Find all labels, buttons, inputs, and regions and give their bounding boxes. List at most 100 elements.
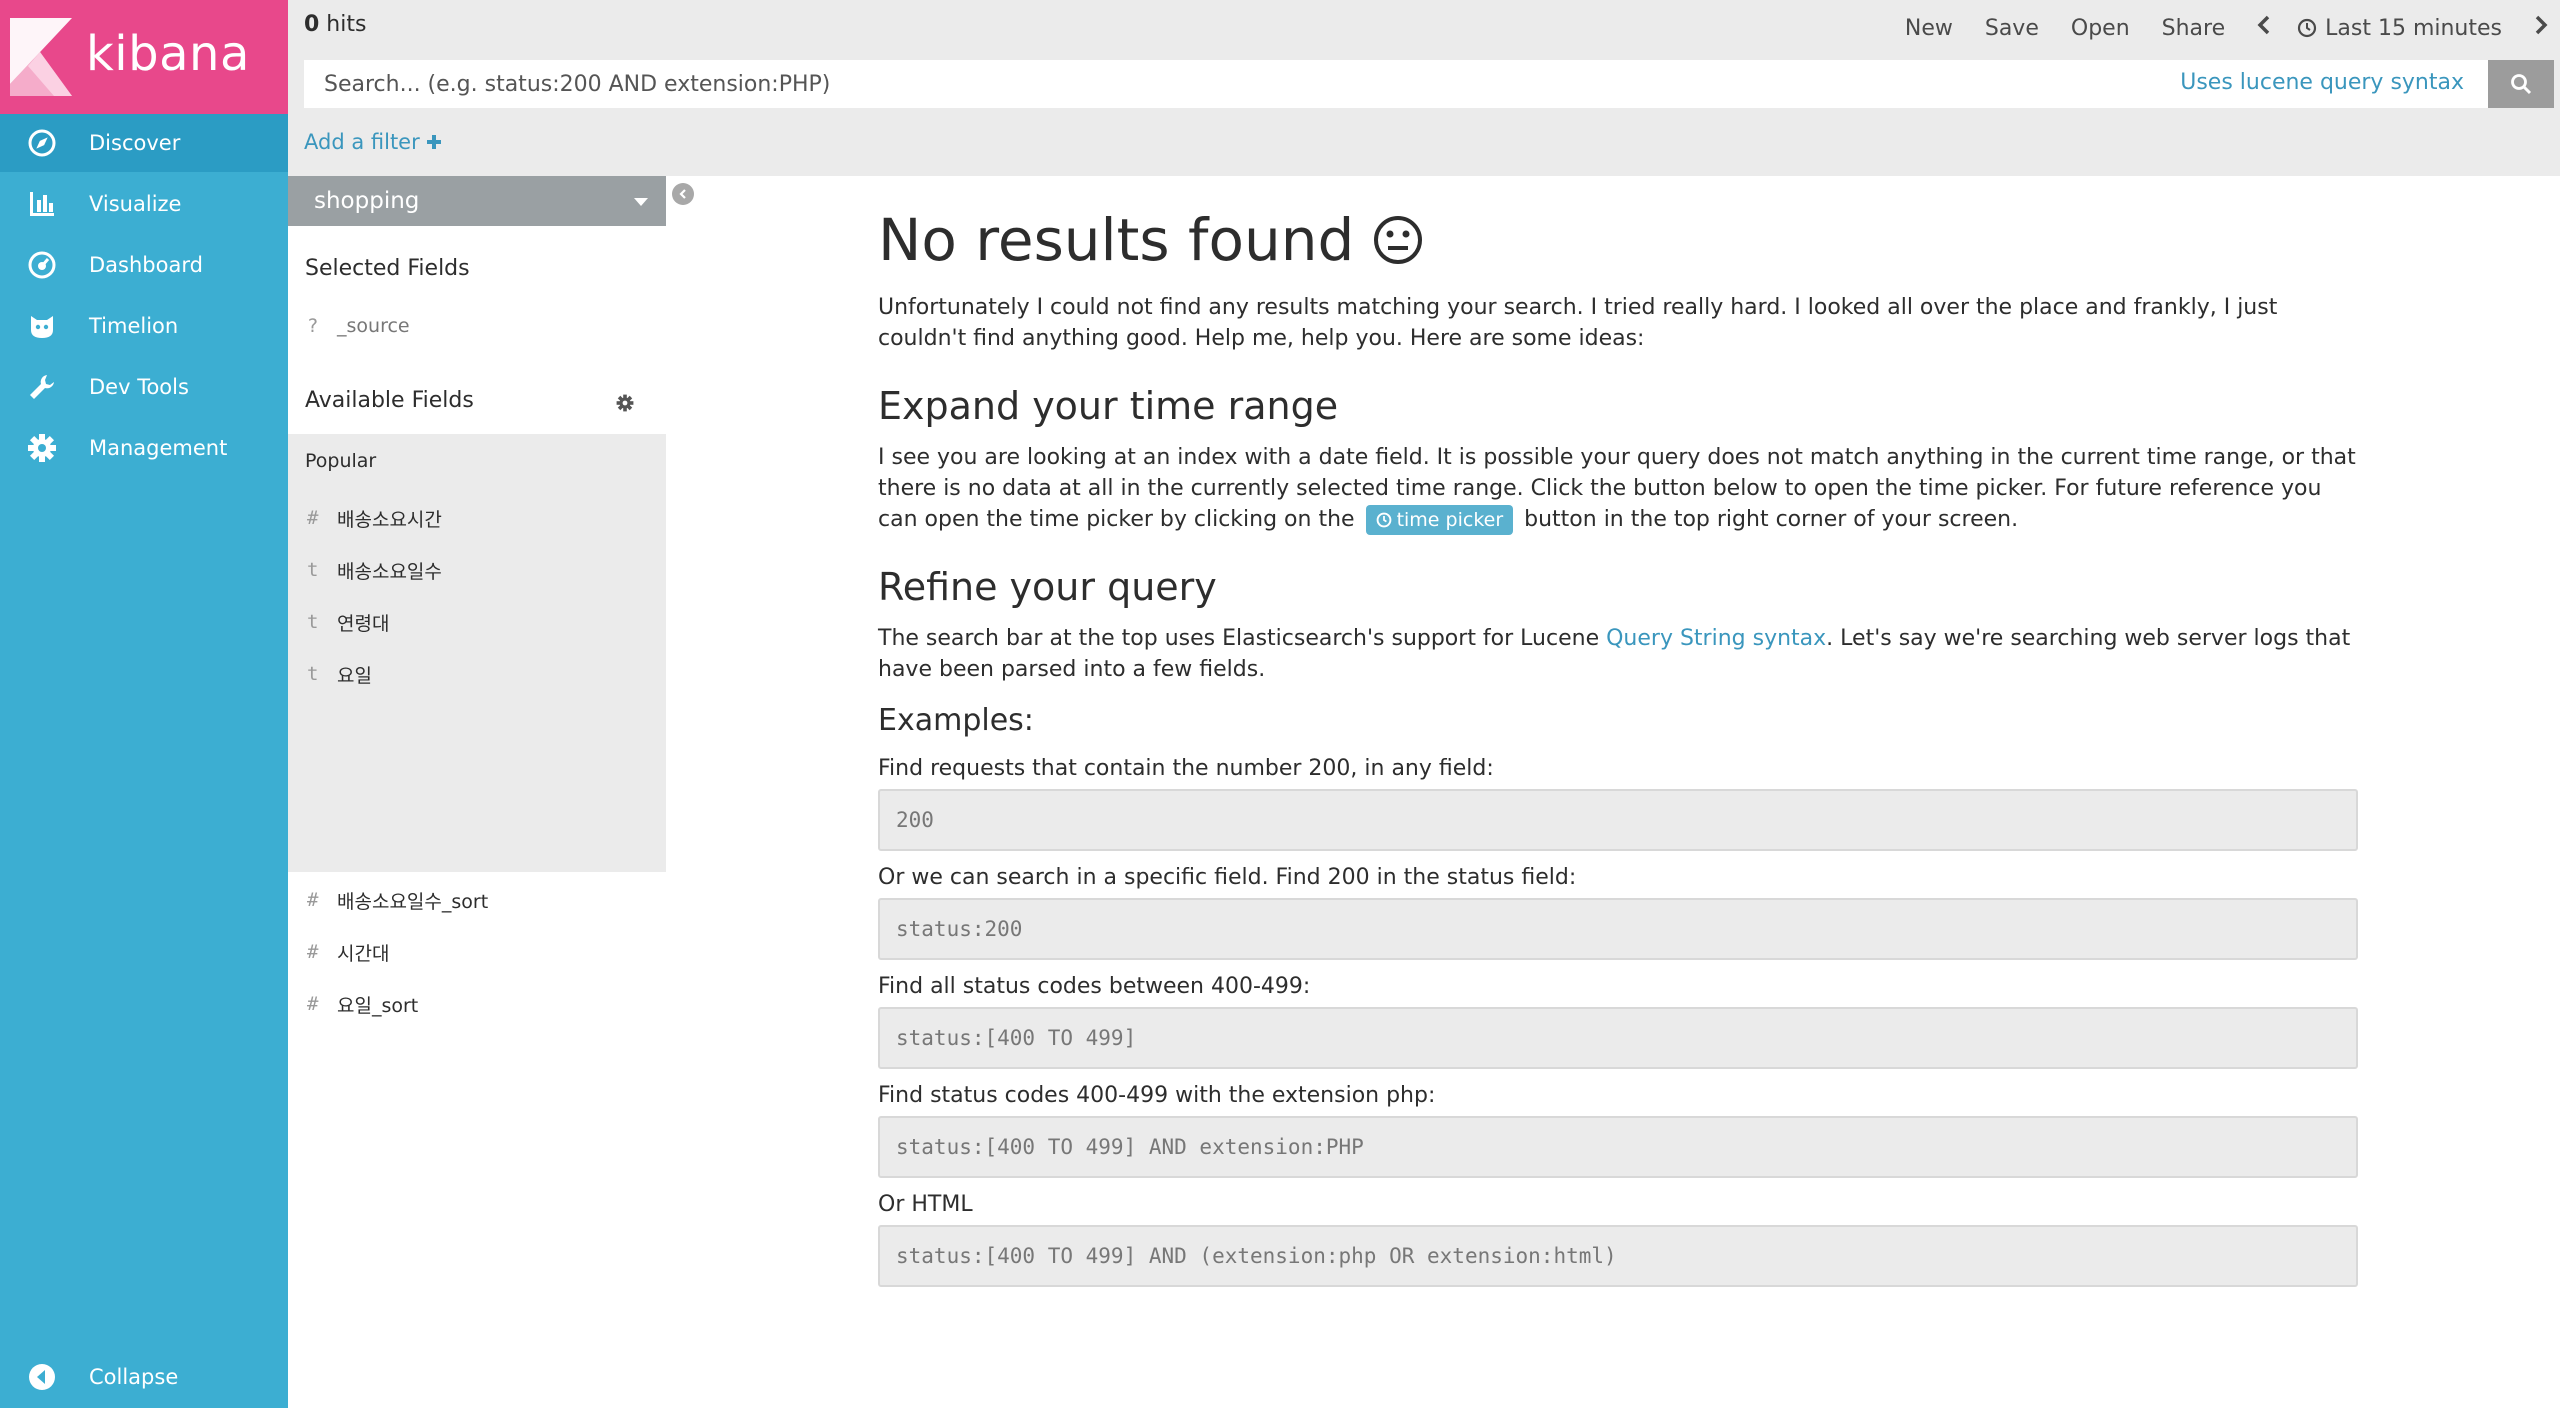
nav-item-visualize[interactable]: Visualize [0, 175, 288, 233]
gear-icon [26, 432, 58, 464]
example-code: 200 [878, 789, 2358, 851]
wrench-icon [26, 371, 58, 403]
dashboard-icon [26, 249, 58, 281]
add-filter-button[interactable]: Add a filter [304, 130, 442, 154]
field-name: 배송소요일수_sort [337, 890, 489, 913]
nav-label: Collapse [89, 1365, 179, 1389]
open-button[interactable]: Open [2071, 16, 2130, 41]
share-button[interactable]: Share [2162, 16, 2226, 41]
example-label: Or we can search in a specific field. Fi… [878, 865, 1577, 890]
chevron-left-icon [679, 189, 686, 199]
kibana-logo[interactable]: kibana [0, 0, 288, 114]
time-back-chevron-icon[interactable] [2257, 14, 2271, 42]
field-row[interactable]: t 요일 [288, 648, 666, 700]
field-type-number-icon: # [307, 507, 319, 529]
field-type-unknown-icon: ? [307, 315, 319, 337]
nav-label: Management [89, 436, 228, 460]
collapse-sidebar-button[interactable] [672, 183, 694, 205]
nav-label: Dev Tools [89, 375, 189, 399]
expand-text: I see you are looking at an index with a… [878, 442, 2358, 535]
field-type-string-icon: t [307, 611, 319, 633]
hits-count: 0 hits [304, 12, 367, 37]
field-row[interactable]: # 배송소요일수_sort [288, 874, 666, 926]
no-results-panel: No results found Unfortunately I could n… [878, 200, 2358, 1287]
nav-label: Dashboard [89, 253, 203, 277]
nav-item-management[interactable]: Management [0, 419, 288, 477]
nav-collapse[interactable]: Collapse [0, 1348, 288, 1406]
search-button[interactable] [2488, 60, 2554, 108]
nav-item-discover[interactable]: Discover [0, 114, 288, 172]
nav-label: Discover [89, 131, 181, 155]
field-row[interactable]: # 요일_sort [288, 978, 666, 1030]
popular-title: Popular [305, 450, 377, 472]
caret-down-icon [634, 198, 648, 206]
example-code: status:200 [878, 898, 2358, 960]
query-string-syntax-link[interactable]: Query String syntax [1606, 626, 1826, 651]
field-row[interactable]: t 배송소요일수 [288, 544, 666, 596]
nav-item-dashboard[interactable]: Dashboard [0, 236, 288, 294]
field-name: 연령대 [337, 612, 390, 635]
search-icon [2511, 74, 2532, 95]
field-sidebar: shopping Selected Fields ? _source Avail… [288, 176, 666, 1408]
example-label: Find all status codes between 400-499: [878, 974, 1311, 999]
nav-item-timelion[interactable]: Timelion [0, 297, 288, 355]
available-fields-title: Available Fields [305, 388, 474, 413]
expand-title: Expand your time range [878, 384, 1339, 428]
time-picker-button[interactable]: Last 15 minutes [2297, 16, 2502, 41]
example-label: Find status codes 400-499 with the exten… [878, 1083, 1436, 1108]
field-type-number-icon: # [307, 941, 319, 963]
field-type-number-icon: # [307, 993, 319, 1015]
time-range-label: Last 15 minutes [2325, 15, 2502, 41]
field-row[interactable]: t 연령대 [288, 596, 666, 648]
collapse-left-icon [26, 1361, 58, 1393]
time-picker-button-inline[interactable]: time picker [1365, 505, 1514, 535]
index-pattern-select[interactable]: shopping [288, 176, 666, 226]
bar-chart-icon [26, 188, 58, 220]
kibana-logo-icon [10, 18, 72, 96]
logo-text: kibana [86, 26, 250, 82]
field-settings-gear-icon[interactable] [616, 394, 634, 416]
nav-item-dev-tools[interactable]: Dev Tools [0, 358, 288, 416]
compass-icon [26, 127, 58, 159]
intro-text: Unfortunately I could not find any resul… [878, 295, 2278, 351]
search-input[interactable] [304, 60, 2489, 108]
top-bar: 0 hits New Save Open Share Last 15 minut… [288, 0, 2560, 176]
search-bar: Uses lucene query syntax [304, 60, 2554, 108]
top-menu: New Save Open Share Last 15 minutes [1905, 10, 2560, 46]
field-type-number-icon: # [307, 889, 319, 911]
nav-label: Visualize [89, 192, 182, 216]
field-name: 배송소요시간 [337, 508, 442, 531]
field-name: 시간대 [337, 942, 390, 965]
index-pattern-label: shopping [314, 188, 420, 214]
field-type-string-icon: t [307, 663, 319, 685]
plus-icon [427, 135, 442, 149]
nav-label: Timelion [89, 314, 179, 338]
examples-title: Examples: [878, 703, 1034, 738]
timelion-icon [26, 310, 58, 342]
sad-face-icon [1374, 216, 1423, 264]
save-button[interactable]: Save [1985, 16, 2039, 41]
field-name: 요일_sort [337, 994, 419, 1017]
example-label: Find requests that contain the number 20… [878, 756, 1494, 781]
example-label: Or HTML [878, 1192, 973, 1217]
refine-title: Refine your query [878, 565, 1217, 609]
example-code: status:[400 TO 499] AND (extension:php O… [878, 1225, 2358, 1287]
time-forward-chevron-icon[interactable] [2534, 14, 2548, 42]
field-name: 배송소요일수 [337, 560, 442, 583]
lucene-syntax-link[interactable]: Uses lucene query syntax [2180, 70, 2464, 95]
clock-icon [1376, 512, 1391, 528]
field-row[interactable]: ? _source [288, 300, 666, 352]
selected-fields-title: Selected Fields [305, 256, 470, 281]
field-type-string-icon: t [307, 559, 319, 581]
field-row[interactable]: # 배송소요시간 [288, 492, 666, 544]
side-nav: kibana Discover Visualize Dashboard Time… [0, 0, 288, 1408]
field-row[interactable]: # 시간대 [288, 926, 666, 978]
field-name: 요일 [337, 664, 372, 687]
new-button[interactable]: New [1905, 16, 1953, 41]
clock-icon [2298, 18, 2317, 38]
example-code: status:[400 TO 499] AND extension:PHP [878, 1116, 2358, 1178]
refine-text: The search bar at the top uses Elasticse… [878, 626, 2351, 682]
field-name: _source [337, 315, 410, 337]
example-code: status:[400 TO 499] [878, 1007, 2358, 1069]
page-title: No results found [878, 200, 2358, 280]
